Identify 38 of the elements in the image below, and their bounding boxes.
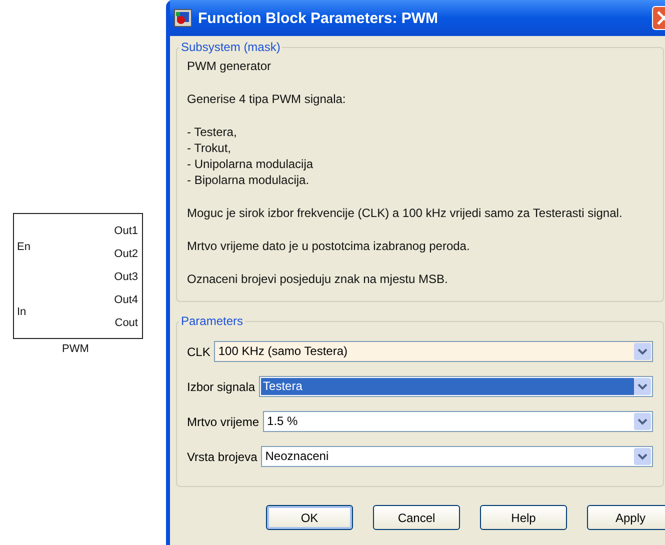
description-text: - Bipolarna modulacija. xyxy=(187,172,310,188)
group-title: Parameters xyxy=(180,314,244,328)
field-label: CLK xyxy=(187,344,210,358)
dropdown-field[interactable]: Neoznaceni xyxy=(261,446,653,467)
input-port-label: En xyxy=(16,240,30,255)
dropdown-value: Neoznaceni xyxy=(264,448,330,465)
field-label: Izbor signala xyxy=(187,380,256,394)
output-port-label: Out4 xyxy=(114,293,139,308)
dialog-button[interactable]: OK xyxy=(266,505,353,530)
dropdown-field[interactable]: Testera xyxy=(259,376,653,397)
description-text: PWM generator xyxy=(187,58,272,74)
block-name: PWM xyxy=(62,343,89,355)
output-port-label: Out3 xyxy=(114,270,139,285)
output-port-label: Cout xyxy=(114,316,139,331)
output-port-label: Out1 xyxy=(114,224,139,239)
description-text: Moguc je sirok izbor frekvencije (CLK) a 100 kHz vrijedi samo za Testerasti signal. xyxy=(187,205,624,221)
dropdown-field[interactable]: 100 KHz (samo Testera) xyxy=(214,341,653,362)
description-text: Generise 4 tipa PWM signala: xyxy=(187,91,347,107)
app-icon xyxy=(174,9,192,27)
dropdown-value: Testera xyxy=(261,378,634,395)
description-text: - Unipolarna modulacija xyxy=(187,156,314,172)
window-title: Function Block Parameters: PWM xyxy=(198,10,440,26)
group-title: Subsystem (mask) xyxy=(180,40,282,54)
dialog-button[interactable]: Apply xyxy=(587,505,665,530)
field-label: Vrsta brojeva xyxy=(187,450,258,464)
output-port-label: Out2 xyxy=(114,247,139,262)
dialog-button[interactable]: Cancel xyxy=(373,505,460,530)
dropdown-field[interactable]: 1.5 % xyxy=(263,411,653,432)
description-text: Oznaceni brojevi posjeduju znak na mjestu MSB. xyxy=(187,271,449,287)
dropdown-value: 1.5 % xyxy=(266,413,299,430)
dialog-button[interactable]: Help xyxy=(480,505,567,530)
field-label: Mrtvo vrijeme xyxy=(187,414,260,428)
subsystem-block[interactable]: En In Out1 Out2 Out3 Out4 Cout xyxy=(13,213,143,339)
dropdown-value: 100 KHz (samo Testera) xyxy=(217,343,349,360)
description-text: - Trokut, xyxy=(187,140,232,156)
input-port-label: In xyxy=(16,305,28,320)
description-text: Mrtvo vrijeme dato je u postotcima izabranog peroda. xyxy=(187,238,471,254)
description-text: - Testera, xyxy=(187,124,238,140)
